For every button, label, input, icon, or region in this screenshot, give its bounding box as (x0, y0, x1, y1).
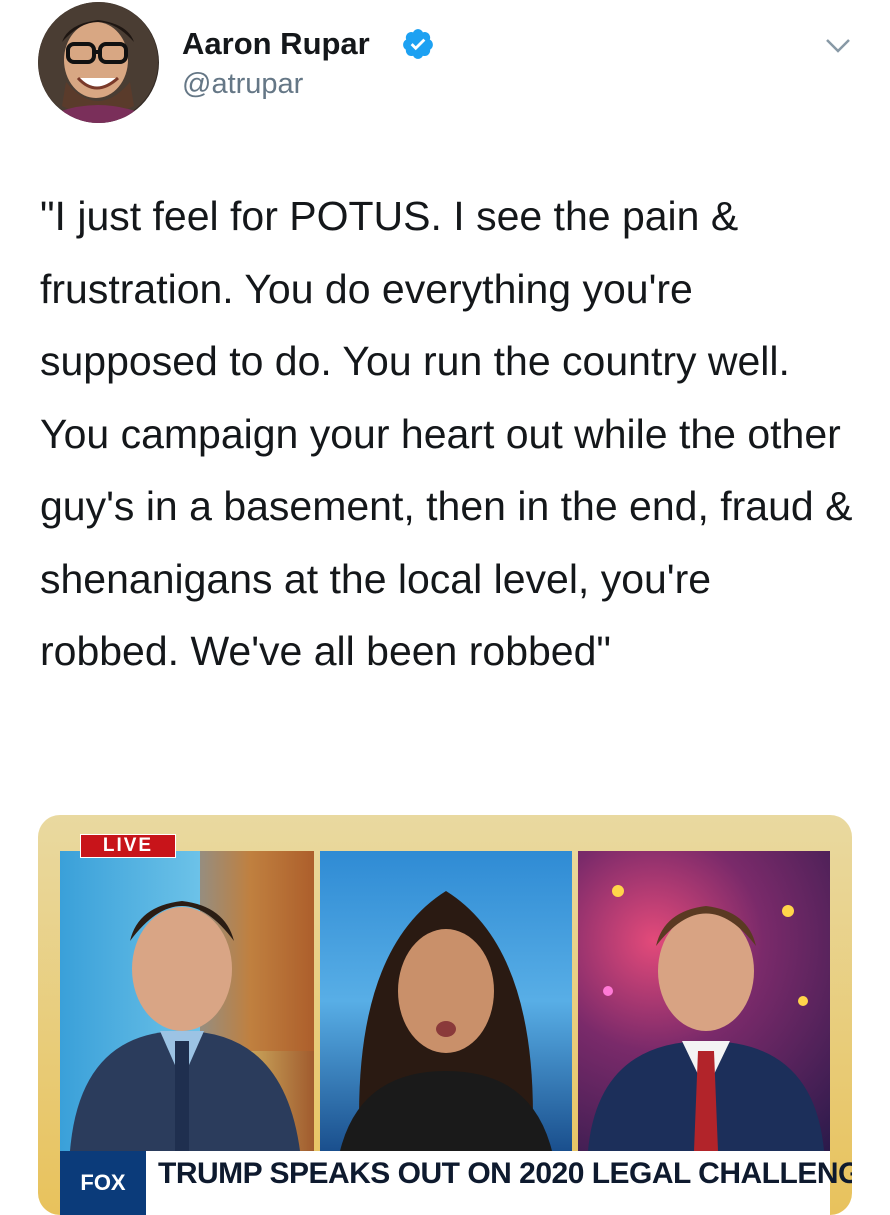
verified-badge-icon (403, 29, 433, 59)
video-panel-left (60, 851, 314, 1151)
network-logo: FOX NEWS (60, 1151, 146, 1215)
avatar-image (38, 2, 158, 123)
tweet-header: Aaron Rupar @atrupar (38, 2, 858, 126)
author-name[interactable]: Aaron Rupar (182, 26, 370, 62)
live-badge: LIVE (80, 834, 176, 858)
video-frame: LIVE FOX NEWS TRUMP SPEAKS OUT ON 2020 L… (38, 815, 852, 1215)
tweet-text: "I just feel for POTUS. I see the pain &… (40, 193, 864, 674)
tweet-media[interactable]: LIVE FOX NEWS TRUMP SPEAKS OUT ON 2020 L… (38, 815, 852, 1215)
chevron-down-icon[interactable] (821, 32, 855, 60)
chyron-text: TRUMP SPEAKS OUT ON 2020 LEGAL CHALLENGE… (158, 1157, 852, 1190)
video-panel-center (320, 851, 572, 1151)
video-panel-right (578, 851, 830, 1151)
avatar[interactable] (38, 2, 159, 123)
author-handle[interactable]: @atrupar (182, 68, 303, 101)
